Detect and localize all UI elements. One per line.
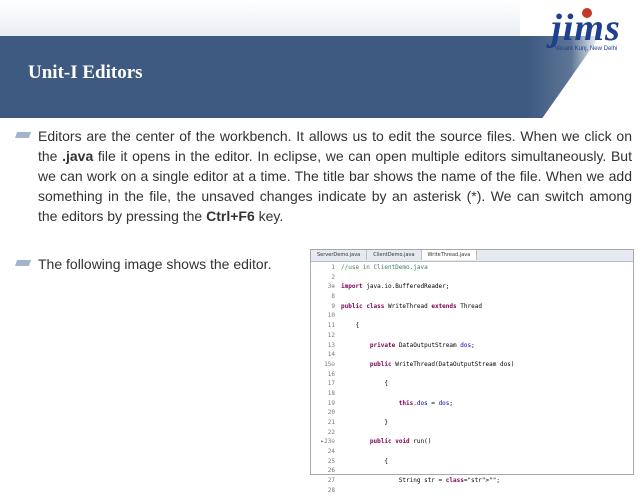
bullet-bold-java: .java xyxy=(62,148,94,164)
logo-dot-icon xyxy=(582,8,592,18)
code-text: private DataOutputStream dos; xyxy=(369,341,475,349)
code-text: //use in ClientDemo.java xyxy=(341,264,428,271)
code-text: { xyxy=(341,457,388,465)
line-number: 11 xyxy=(327,322,335,330)
line-number: 28 xyxy=(327,486,335,494)
code-text: String str = class="str">""; xyxy=(341,477,500,485)
code-area[interactable]: 1 //use in ClientDemo.java 2 3⊕ import java.… xyxy=(311,263,633,496)
code-text: } xyxy=(341,419,388,426)
bullet-icon xyxy=(14,132,32,138)
code-line[interactable]: ▸23⊖ public void run() xyxy=(311,437,633,447)
editor-tab-active[interactable]: WriteThread.java xyxy=(421,250,478,260)
code-line[interactable]: 24 xyxy=(311,447,633,457)
bullet-text-part: key. xyxy=(254,208,284,224)
code-line[interactable]: 22 xyxy=(311,428,633,438)
code-text: { xyxy=(341,322,360,330)
code-text: { xyxy=(341,380,388,388)
line-number: 10 xyxy=(327,312,335,320)
editor-screenshot: ServerDemo.java ClientDemo.java WriteThr… xyxy=(310,249,634,494)
code-line[interactable]: 3⊕ import java.io.BufferedReader; xyxy=(311,282,633,292)
code-line[interactable]: 2 xyxy=(311,273,633,283)
slide-title: Unit-I Editors xyxy=(28,62,143,83)
line-number: 20 xyxy=(327,409,335,417)
line-number: 27 xyxy=(327,477,335,485)
line-number: 8 xyxy=(331,293,335,301)
line-number: 12 xyxy=(327,331,335,339)
code-line[interactable]: 11 { xyxy=(311,321,633,331)
bullet-item: Editors are the center of the workbench.… xyxy=(14,126,632,246)
code-line[interactable]: 12 xyxy=(311,331,633,341)
line-number: 9 xyxy=(331,302,335,310)
editor-tab[interactable]: ServerDemo.java xyxy=(311,250,368,260)
line-number: 19 xyxy=(327,399,335,407)
code-line[interactable]: 21 } xyxy=(311,418,633,428)
bullet-text: The following image shows the editor. xyxy=(38,256,272,272)
code-line[interactable]: 18 xyxy=(311,389,633,399)
bullet-icon xyxy=(14,260,32,266)
line-number: 14 xyxy=(327,351,335,359)
bullet-bold-shortcut: Ctrl+F6 xyxy=(206,208,255,224)
line-number: 24 xyxy=(327,448,335,456)
code-line[interactable]: 15⊖ public WriteThread(DataOutputStream … xyxy=(311,360,633,370)
line-number: 22 xyxy=(327,428,335,436)
code-text: this.dos = dos; xyxy=(398,399,454,407)
line-number: 26 xyxy=(327,467,335,475)
bullet-text-part: file it opens in the editor. In eclipse,… xyxy=(38,148,632,224)
code-line[interactable]: 16 xyxy=(311,370,633,380)
code-line[interactable]: 9 public class WriteThread extends Thread xyxy=(311,302,633,312)
code-line[interactable]: 13 private DataOutputStream dos; xyxy=(311,341,633,351)
code-line[interactable]: 10 xyxy=(311,311,633,321)
line-number: 13 xyxy=(327,341,335,349)
line-number: 18 xyxy=(327,389,335,397)
line-number: ▸23⊖ xyxy=(320,438,335,446)
code-text: public void run() xyxy=(369,438,432,446)
line-number: 25 xyxy=(327,457,335,465)
code-text: public WriteThread(DataOutputStream dos) xyxy=(369,360,515,368)
code-text: import java.io.BufferedReader; xyxy=(341,283,450,291)
line-number: 15⊖ xyxy=(324,360,335,368)
editor-tab-bar: ServerDemo.java ClientDemo.java WriteThr… xyxy=(311,250,633,262)
code-line[interactable]: 14 xyxy=(311,350,633,360)
code-line[interactable]: 27 String str = class="str">""; xyxy=(311,476,633,486)
code-line[interactable]: 26 xyxy=(311,466,633,476)
code-line[interactable]: 19 this.dos = dos; xyxy=(311,399,633,409)
code-line[interactable]: 28 xyxy=(311,486,633,496)
line-number: 1 xyxy=(331,264,335,271)
code-line[interactable]: 8 xyxy=(311,292,633,302)
code-line[interactable]: 25 { xyxy=(311,457,633,467)
line-number: 17 xyxy=(327,380,335,388)
code-text: public class WriteThread extends Thread xyxy=(341,302,482,310)
code-line[interactable]: 17 { xyxy=(311,379,633,389)
line-number: 16 xyxy=(327,370,335,378)
editor-tab[interactable]: ClientDemo.java xyxy=(367,250,422,260)
jims-logo: jims Vasant Kunj, New Delhi xyxy=(538,6,634,76)
code-line[interactable]: 1 //use in ClientDemo.java xyxy=(311,263,633,273)
line-number: 3⊕ xyxy=(327,283,335,291)
code-line[interactable]: 20 xyxy=(311,408,633,418)
line-number: 2 xyxy=(331,273,335,281)
line-number: 21 xyxy=(327,419,335,426)
